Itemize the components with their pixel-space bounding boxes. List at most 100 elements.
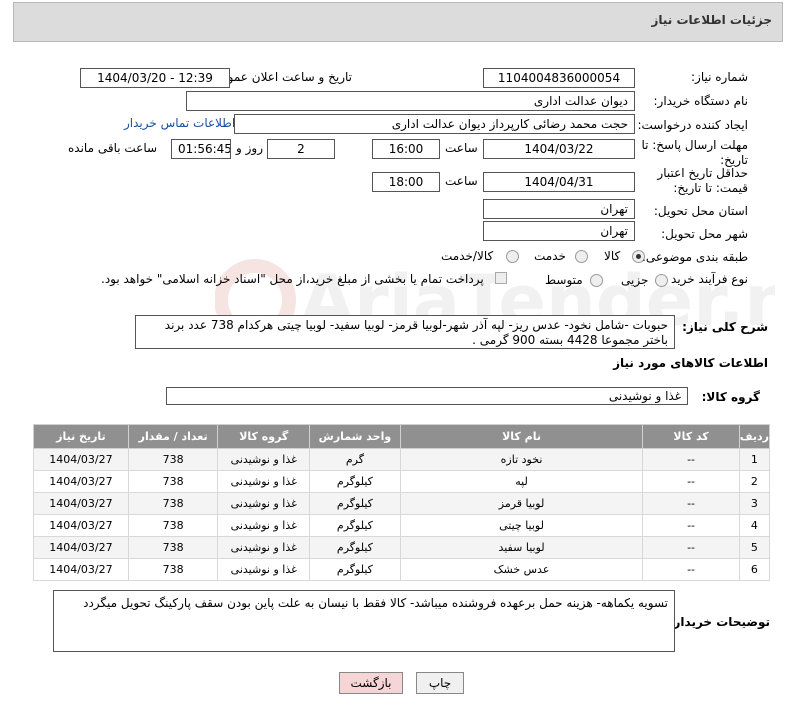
col-goods-group: گروه کالا bbox=[217, 424, 311, 449]
cell-need-date: 1404/03/27 bbox=[33, 470, 129, 493]
col-need-date: تاریخ نیاز bbox=[33, 424, 129, 449]
table-row: 4 -- لوبیا چیتی کیلوگرم غذا و نوشیدنی 738 1404… bbox=[33, 514, 771, 537]
goods-group-label: گروه کالا: bbox=[701, 390, 760, 404]
buyer-org-field: دیوان عدالت اداری bbox=[186, 91, 635, 111]
cell-item-code: -- bbox=[642, 470, 740, 493]
purchase-medium-label: متوسط bbox=[545, 273, 583, 287]
goods-table: ردیف کد کالا نام کالا واحد شمارش گروه کا… bbox=[33, 424, 771, 581]
cell-goods-group: غذا و نوشیدنی bbox=[217, 536, 311, 559]
city-field: تهران bbox=[483, 221, 635, 241]
cell-item-name: لوبیا چیتی bbox=[399, 514, 644, 537]
buyer-notes-label: توضیحات خریدار: bbox=[668, 615, 770, 629]
table-row: 6 -- عدس خشک کیلوگرم غذا و نوشیدنی 738 1404/03… bbox=[33, 558, 771, 581]
cell-need-date: 1404/03/27 bbox=[33, 558, 129, 581]
treasury-payment-checkbox[interactable] bbox=[495, 272, 507, 284]
cell-item-name: نخود تازه bbox=[399, 448, 644, 471]
validity-time-field: 18:00 bbox=[372, 172, 440, 192]
cell-item-code: -- bbox=[642, 492, 740, 515]
purchase-type-label: نوع فرآیند خرید : bbox=[663, 272, 748, 286]
table-row: 3 -- لوبیا قرمز کیلوگرم غذا و نوشیدنی 738 1404… bbox=[33, 492, 771, 515]
table-row: 1 -- نخود تازه گرم غذا و نوشیدنی 738 1404/03/2… bbox=[33, 448, 771, 471]
cell-item-code: -- bbox=[642, 448, 740, 471]
reply-date-field: 1404/03/22 bbox=[483, 139, 635, 159]
cell-need-date: 1404/03/27 bbox=[33, 448, 129, 471]
category-service-radio[interactable] bbox=[575, 250, 588, 263]
purchase-medium-radio[interactable] bbox=[590, 274, 603, 287]
category-goods-radio[interactable] bbox=[632, 250, 645, 263]
cell-item-name: لپه bbox=[399, 470, 644, 493]
cell-quantity: 738 bbox=[127, 514, 219, 537]
category-service-label: خدمت bbox=[534, 249, 566, 263]
cell-quantity: 738 bbox=[127, 536, 219, 559]
cell-quantity: 738 bbox=[127, 492, 219, 515]
general-desc-label: شرح کلی نیاز: bbox=[682, 320, 768, 334]
delivery-province-label: استان محل تحویل: bbox=[653, 204, 748, 218]
days-remaining-field: 2 bbox=[267, 139, 335, 159]
reply-deadline-label: مهلت ارسال پاسخ: تا تاریخ: bbox=[641, 138, 748, 167]
cell-goods-group: غذا و نوشیدنی bbox=[217, 448, 311, 471]
category-label: طبقه بندی موضوعی: bbox=[641, 250, 748, 264]
cell-row-number: 3 bbox=[738, 492, 771, 515]
cell-goods-group: غذا و نوشیدنی bbox=[217, 470, 311, 493]
print-button[interactable]: چاپ bbox=[416, 672, 464, 694]
col-unit: واحد شمارش bbox=[309, 424, 401, 449]
cell-item-code: -- bbox=[642, 536, 740, 559]
purchase-minor-radio[interactable] bbox=[655, 274, 668, 287]
contact-info-link[interactable]: اطلاعات تماس خریدار bbox=[124, 116, 235, 130]
cell-quantity: 738 bbox=[127, 558, 219, 581]
remaining-time-field: 01:56:45 bbox=[171, 139, 231, 159]
goods-info-heading: اطلاعات کالاهای مورد نیاز bbox=[613, 356, 768, 370]
cell-unit: کیلوگرم bbox=[309, 558, 401, 581]
back-button[interactable]: بازگشت bbox=[339, 672, 403, 694]
buyer-org-label: نام دستگاه خریدار: bbox=[653, 94, 749, 108]
validity-time-label: ساعت bbox=[445, 174, 478, 188]
category-goods-service-radio[interactable] bbox=[506, 250, 519, 263]
cell-unit: گرم bbox=[309, 448, 401, 471]
goods-group-field: غذا و نوشیدنی bbox=[166, 387, 688, 405]
cell-row-number: 1 bbox=[738, 448, 771, 471]
cell-goods-group: غذا و نوشیدنی bbox=[217, 558, 311, 581]
day-and-label: روز و bbox=[236, 141, 263, 155]
purchase-minor-label: جزیی bbox=[621, 273, 649, 287]
col-item-name: نام کالا bbox=[399, 424, 644, 449]
treasury-payment-note: پرداخت تمام یا بخشی از مبلغ خرید،از محل … bbox=[101, 272, 484, 286]
cell-item-code: -- bbox=[642, 558, 740, 581]
cell-need-date: 1404/03/27 bbox=[33, 492, 129, 515]
validity-date-field: 1404/04/31 bbox=[483, 172, 635, 192]
cell-unit: کیلوگرم bbox=[309, 492, 401, 515]
cell-goods-group: غذا و نوشیدنی bbox=[217, 492, 311, 515]
page-header: جزئیات اطلاعات نیاز bbox=[13, 2, 783, 42]
reply-time-field: 16:00 bbox=[372, 139, 440, 159]
cell-quantity: 738 bbox=[127, 470, 219, 493]
cell-item-name: لوبیا قرمز bbox=[399, 492, 644, 515]
table-row: 2 -- لپه کیلوگرم غذا و نوشیدنی 738 1404/03/27 bbox=[33, 470, 771, 493]
table-header-row: ردیف کد کالا نام کالا واحد شمارش گروه کا… bbox=[33, 424, 771, 449]
cell-unit: کیلوگرم bbox=[309, 470, 401, 493]
delivery-city-label: شهر محل تحویل: bbox=[661, 227, 748, 241]
general-desc-field: حبوبات -شامل نخود- عدس ریز- لپه آذر شهر-… bbox=[135, 315, 675, 349]
cell-need-date: 1404/03/27 bbox=[33, 514, 129, 537]
requester-label: ایجاد کننده درخواست: bbox=[637, 118, 748, 132]
cell-item-name: لوبیا سفید bbox=[399, 536, 644, 559]
reply-time-label: ساعت bbox=[445, 141, 478, 155]
need-number-label: شماره نیاز: bbox=[691, 70, 748, 84]
cell-quantity: 738 bbox=[127, 448, 219, 471]
cell-item-code: -- bbox=[642, 514, 740, 537]
cell-goods-group: غذا و نوشیدنی bbox=[217, 514, 311, 537]
col-row-number: ردیف bbox=[738, 424, 771, 449]
province-field: تهران bbox=[483, 199, 635, 219]
cell-need-date: 1404/03/27 bbox=[33, 536, 129, 559]
cell-row-number: 5 bbox=[738, 536, 771, 559]
col-item-code: کد کالا bbox=[642, 424, 740, 449]
cell-row-number: 6 bbox=[738, 558, 771, 581]
cell-unit: کیلوگرم bbox=[309, 514, 401, 537]
remaining-label: ساعت باقی مانده bbox=[68, 141, 158, 155]
need-number-field: 1104004836000054 bbox=[483, 68, 635, 88]
category-goods-label: کالا bbox=[604, 249, 621, 263]
page-title: جزئیات اطلاعات نیاز bbox=[651, 13, 772, 27]
table-row: 5 -- لوبیا سفید کیلوگرم غذا و نوشیدنی 738 1404… bbox=[33, 536, 771, 559]
price-validity-label: حداقل تاریخ اعتبار قیمت: تا تاریخ: bbox=[657, 166, 748, 195]
buyer-notes-field: تسویه یکماهه- هزینه حمل برعهده فروشنده م… bbox=[53, 590, 675, 652]
category-goods-service-label: کالا/خدمت bbox=[441, 249, 494, 263]
cell-row-number: 4 bbox=[738, 514, 771, 537]
